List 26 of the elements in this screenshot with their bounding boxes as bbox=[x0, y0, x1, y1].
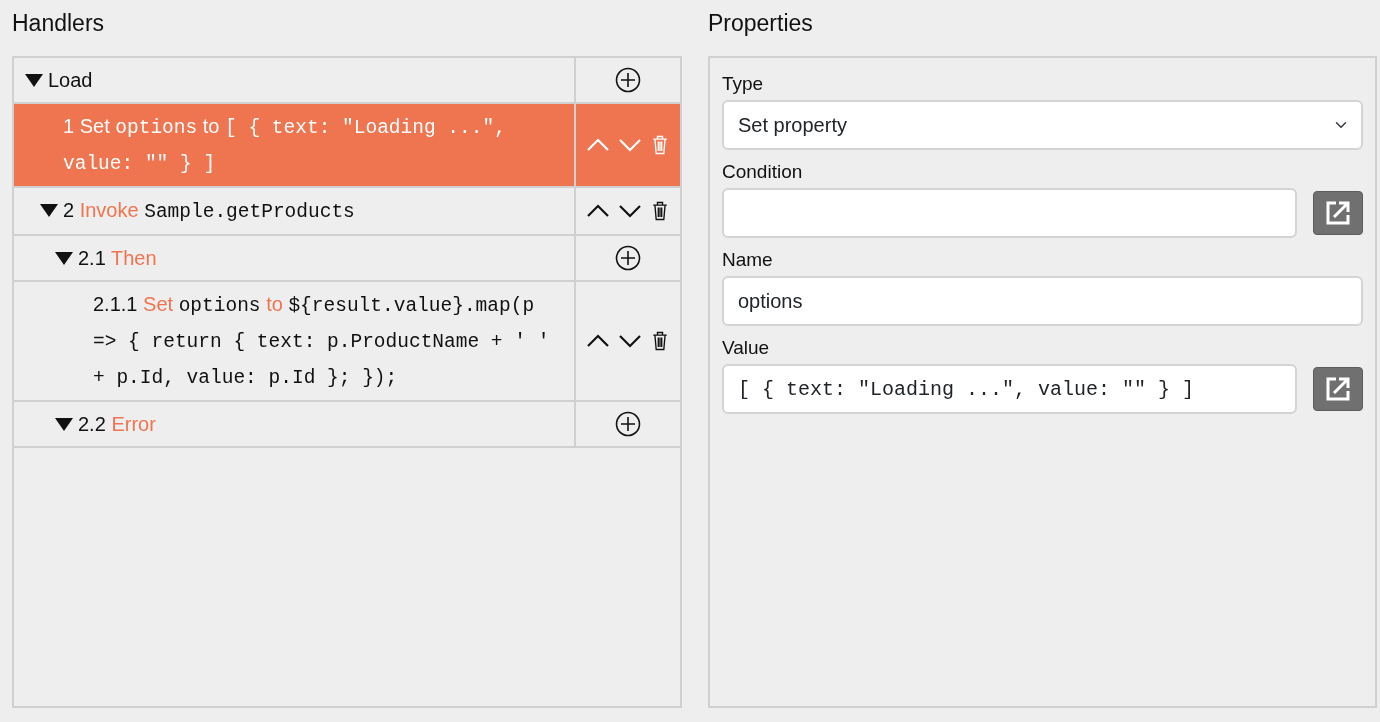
field-label: Name bbox=[722, 248, 774, 272]
input-field[interactable]: options bbox=[722, 276, 1363, 326]
input-field[interactable] bbox=[722, 188, 1297, 238]
add-icon[interactable] bbox=[615, 245, 641, 271]
expanded-triangle-icon[interactable] bbox=[55, 418, 73, 431]
expanded-triangle-icon[interactable] bbox=[55, 252, 73, 265]
open-editor-button[interactable] bbox=[1313, 191, 1363, 235]
input-field[interactable]: [ { text: "Loading ...", value: "" } ] bbox=[722, 364, 1297, 414]
panel-title: Properties bbox=[708, 9, 814, 38]
open-editor-button[interactable] bbox=[1313, 367, 1363, 411]
field-label: Type bbox=[722, 72, 765, 96]
external-link-icon bbox=[1325, 200, 1351, 226]
add-icon[interactable] bbox=[615, 411, 641, 437]
external-link-icon bbox=[1325, 376, 1351, 402]
handler-label[interactable]: 2.1.1 Set options to ${result.value}.map(p => { return { text: p.ProductName + ' ' + p.Id, value: p.Id }; }); bbox=[93, 287, 568, 395]
expanded-triangle-icon[interactable] bbox=[25, 74, 43, 87]
expanded-triangle-icon[interactable] bbox=[40, 204, 58, 217]
panel-title: Handlers bbox=[12, 9, 106, 38]
handler-label[interactable]: 2.1 Then bbox=[78, 241, 157, 275]
type-select[interactable]: Set property bbox=[722, 100, 1363, 150]
handler-label[interactable]: 2.2 Error bbox=[78, 407, 156, 441]
add-icon[interactable] bbox=[615, 67, 641, 93]
field-label: Condition bbox=[722, 160, 804, 184]
field-label: Value bbox=[722, 336, 771, 360]
handler-label[interactable]: Load bbox=[48, 63, 93, 97]
handler-label[interactable]: 2 Invoke Sample.getProducts bbox=[63, 193, 355, 229]
